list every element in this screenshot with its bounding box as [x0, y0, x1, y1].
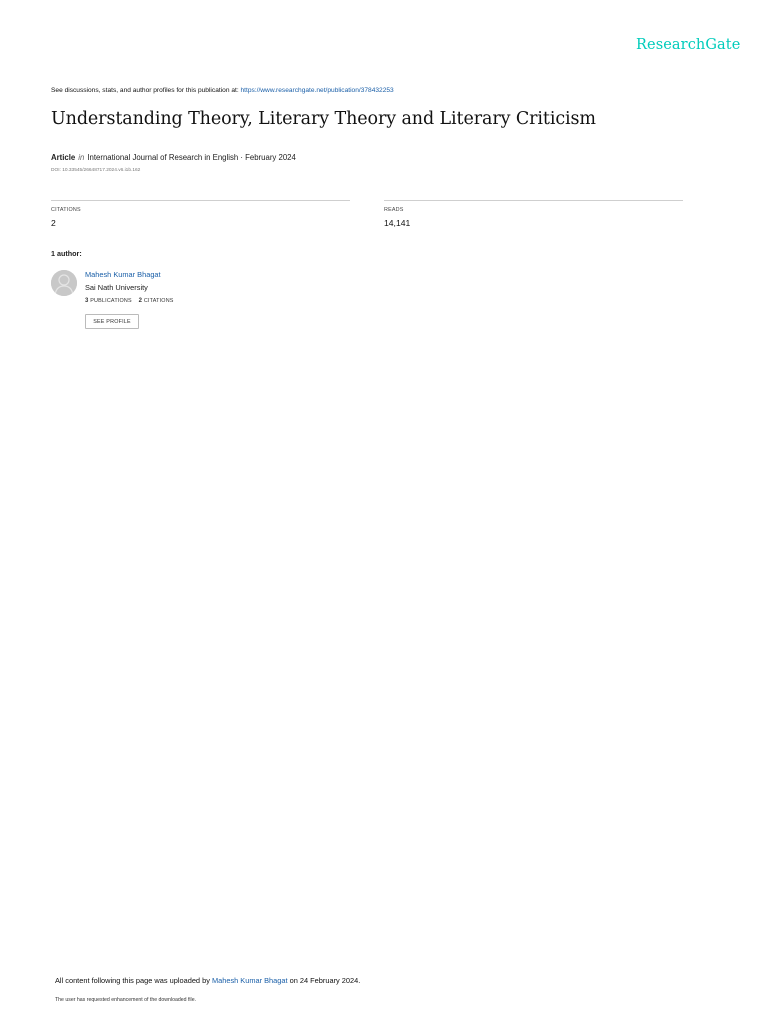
author-publications-label: PUBLICATIONS: [90, 298, 132, 304]
publication-title: Understanding Theory, Literary Theory an…: [51, 109, 596, 129]
author-stats: 3 PUBLICATIONS 2 CITATIONS: [85, 298, 174, 304]
author-publications-count: 3: [85, 298, 89, 304]
reads-value: 14,141: [384, 218, 411, 228]
publication-url-link[interactable]: https://www.researchgate.net/publication…: [241, 87, 394, 94]
authors-heading: 1 author:: [51, 249, 82, 258]
publication-type: Article: [51, 153, 76, 162]
upload-notice: All content following this page was uplo…: [55, 976, 360, 985]
uploader-link[interactable]: Mahesh Kumar Bhagat: [212, 976, 288, 985]
citations-label: CITATIONS: [51, 207, 81, 213]
author-citations-label: CITATIONS: [143, 298, 174, 304]
journal-and-date: International Journal of Research in Eng…: [87, 153, 296, 162]
intro-text: See discussions, stats, and author profi…: [51, 87, 241, 94]
in-label: in: [78, 153, 85, 162]
author-citations-count: 2: [138, 298, 143, 304]
see-profile-button[interactable]: SEE PROFILE: [85, 314, 139, 329]
upload-prefix: All content following this page was uplo…: [55, 976, 212, 985]
citations-divider: [51, 200, 350, 201]
researchgate-logo[interactable]: ResearchGate: [636, 37, 740, 53]
upload-suffix: on 24 February 2024.: [287, 976, 361, 985]
publication-intro-line: See discussions, stats, and author profi…: [51, 87, 394, 94]
author-avatar[interactable]: [51, 270, 77, 296]
reads-label: READS: [384, 207, 404, 213]
enhancement-note: The user has requested enhancement of th…: [55, 997, 197, 1003]
publication-doi: DOI: 10.33545/26648717.2024.v6.i1b.162: [51, 168, 141, 173]
author-name-link[interactable]: Mahesh Kumar Bhagat: [85, 270, 161, 279]
publication-meta: Article in International Journal of Resear…: [51, 153, 296, 162]
user-silhouette-icon: [51, 270, 77, 296]
citations-value: 2: [51, 218, 56, 228]
reads-divider: [384, 200, 683, 201]
author-affiliation: Sai Nath University: [85, 283, 148, 292]
